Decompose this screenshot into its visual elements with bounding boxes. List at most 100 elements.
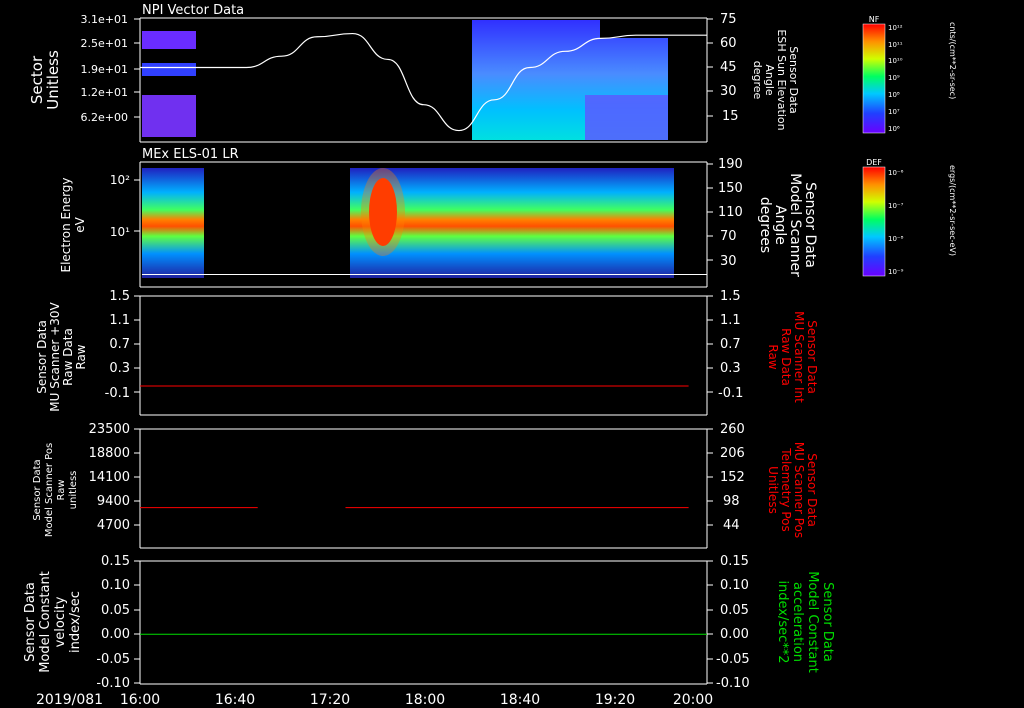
els-right-ticks: 190 150 110 70 30 bbox=[718, 157, 743, 269]
velocity-ytick: -0.10 bbox=[96, 676, 130, 691]
scanner-pos-ytick: 18800 bbox=[89, 446, 130, 461]
time-axis: 2019/081 16:00 16:40 17:20 18:00 18:40 1… bbox=[36, 692, 713, 708]
velocity-right-tick: 0.10 bbox=[720, 578, 749, 593]
voltage-right-ylabel: Sensor Data MU Scanner Int Raw Data Raw bbox=[766, 311, 819, 403]
svg-text:Sensor Data: Sensor Data bbox=[820, 582, 835, 662]
npi-ytick: 6.2e+00 bbox=[81, 111, 128, 124]
npi-right-tick: 75 bbox=[720, 12, 737, 27]
velocity-right-tick: 0.00 bbox=[720, 627, 749, 642]
svg-text:Model Scanner: Model Scanner bbox=[787, 173, 803, 277]
npi-colorbar-tick: 10⁷ bbox=[888, 108, 900, 116]
npi-right-ylabel: Sensor Data ESH Sun Elevation Angle degr… bbox=[751, 29, 800, 130]
velocity-right-ylabel: Sensor Data Model Constant acceleration … bbox=[775, 571, 835, 673]
svg-text:Angle: Angle bbox=[772, 205, 788, 245]
velocity-right-tick: 0.05 bbox=[720, 603, 749, 618]
els-colorbar-tick: 10⁻⁶ bbox=[888, 169, 904, 177]
svg-text:MU Scanner +30V: MU Scanner +30V bbox=[48, 302, 62, 412]
els-lower-cut bbox=[142, 274, 707, 275]
svg-text:Unitless: Unitless bbox=[766, 466, 780, 514]
els-ylabel: Electron Energy eV bbox=[59, 177, 87, 272]
els-colorbar-tick: 10⁻⁷ bbox=[888, 202, 904, 210]
velocity-ytick: 0.05 bbox=[101, 603, 130, 618]
npi-colorbar-tick: 10⁶ bbox=[888, 125, 900, 133]
time-tick: 16:00 bbox=[120, 692, 160, 708]
scanner-pos-right-tick: 98 bbox=[723, 494, 740, 509]
svg-text:Model Constant: Model Constant bbox=[38, 571, 53, 673]
els-block-early bbox=[142, 168, 204, 278]
npi-colorbar-units: cnts/(cm**2-sr-sec) bbox=[948, 22, 957, 99]
svg-text:degrees: degrees bbox=[757, 197, 773, 253]
velocity-right-tick: -0.05 bbox=[716, 652, 750, 667]
els-right-tick: 150 bbox=[718, 181, 743, 196]
svg-text:Unitless: Unitless bbox=[44, 50, 62, 110]
svg-text:degree: degree bbox=[751, 61, 764, 100]
els-right-ylabel: Sensor Data Model Scanner Angle degrees bbox=[757, 173, 818, 277]
els-colorbar-label: DEF bbox=[866, 158, 882, 167]
scanner-pos-ytick: 14100 bbox=[89, 470, 130, 485]
npi-block-early-low bbox=[142, 95, 196, 137]
velocity-ytick: 0.15 bbox=[101, 554, 130, 569]
scanner-pos-right-tick: 206 bbox=[720, 446, 745, 461]
npi-colorbar-label: NF bbox=[869, 15, 880, 24]
velocity-right-ticks: 0.15 0.10 0.05 0.00 -0.05 -0.10 bbox=[716, 554, 750, 691]
time-tick: 18:40 bbox=[500, 692, 540, 708]
svg-text:MU Scanner Int: MU Scanner Int bbox=[792, 311, 806, 403]
voltage-ytick: 1.1 bbox=[109, 313, 130, 328]
voltage-ytick: 1.5 bbox=[109, 289, 130, 304]
npi-block-early-mid bbox=[142, 63, 196, 76]
els-spectrogram bbox=[142, 168, 707, 278]
els-colorbar-tick: 10⁻⁹ bbox=[888, 268, 904, 276]
els-colorbar-units: ergs/(cm**2-sr-sec-eV) bbox=[948, 165, 957, 256]
svg-text:index/sec**2: index/sec**2 bbox=[775, 580, 790, 663]
npi-ytick: 2.5e+01 bbox=[81, 37, 128, 50]
velocity-right-tick: 0.15 bbox=[720, 554, 749, 569]
velocity-right-tick: -0.10 bbox=[716, 676, 750, 691]
svg-text:Sensor Data: Sensor Data bbox=[805, 320, 819, 394]
els-right-tick: 190 bbox=[718, 157, 743, 172]
scanner-pos-right-tick: 152 bbox=[720, 470, 745, 485]
svg-text:Sensor Data: Sensor Data bbox=[805, 453, 819, 527]
npi-right-tick: 60 bbox=[720, 36, 737, 51]
voltage-right-tick: -0.1 bbox=[718, 386, 743, 401]
svg-text:index/sec: index/sec bbox=[68, 591, 83, 653]
velocity-ytick: 0.00 bbox=[101, 627, 130, 642]
els-right-tick: 70 bbox=[720, 229, 737, 244]
voltage-right-tick: 1.1 bbox=[720, 313, 741, 328]
voltage-right-tick: 0.7 bbox=[720, 337, 741, 352]
npi-ytick: 1.2e+01 bbox=[81, 86, 128, 99]
svg-text:Raw Data: Raw Data bbox=[61, 328, 75, 386]
els-ytick: 10¹ bbox=[110, 225, 130, 239]
velocity-ytick: -0.05 bbox=[96, 652, 130, 667]
npi-right-tick: 45 bbox=[720, 60, 737, 75]
velocity-ylabel: Sensor Data Model Constant velocity inde… bbox=[23, 571, 83, 673]
npi-right-tick: 15 bbox=[722, 109, 739, 124]
svg-text:Electron Energy: Electron Energy bbox=[59, 177, 73, 272]
scanner-pos-ylabel: Sensor Data Model Scanner Pos Raw unitle… bbox=[32, 443, 79, 537]
npi-block-early-top bbox=[142, 31, 196, 49]
npi-ytick: 1.9e+01 bbox=[81, 63, 128, 76]
multi-panel-time-series-plot: NPI Vector Data 3.1e+01 2.5e+01 1.9e+01 … bbox=[23, 3, 957, 708]
voltage-ytick: 0.3 bbox=[109, 361, 130, 376]
svg-text:Sensor Data: Sensor Data bbox=[23, 582, 38, 662]
time-tick: 20:00 bbox=[673, 692, 713, 708]
time-tick: 16:40 bbox=[215, 692, 255, 708]
svg-text:Model Constant: Model Constant bbox=[805, 571, 820, 673]
voltage-ylabel: Sensor Data MU Scanner +30V Raw Data Raw bbox=[35, 302, 88, 412]
npi-ytick: 3.1e+01 bbox=[81, 13, 128, 26]
els-ytick: 10² bbox=[110, 173, 130, 187]
npi-colorbar-tick: 10¹¹ bbox=[888, 41, 903, 49]
svg-text:Sensor Data: Sensor Data bbox=[32, 459, 43, 520]
els-right-tick: 110 bbox=[718, 205, 743, 220]
voltage-left-ticks: 1.5 1.1 0.7 0.3 -0.1 bbox=[105, 289, 130, 401]
scanner-pos-right-tick: 260 bbox=[720, 422, 745, 437]
scanner-pos-ytick: 23500 bbox=[89, 422, 130, 437]
voltage-right-ticks: 1.5 1.1 0.7 0.3 -0.1 bbox=[718, 289, 743, 401]
time-tick: 19:20 bbox=[595, 692, 635, 708]
npi-ylabel: Sector Unitless bbox=[28, 50, 62, 110]
voltage-panel: 1.5 1.1 0.7 0.3 -0.1 1.5 1.1 0.7 0.3 -0.… bbox=[35, 289, 819, 416]
els-colorbar-tick: 10⁻⁸ bbox=[888, 235, 904, 243]
npi-block-late-lowband bbox=[585, 95, 668, 140]
svg-text:acceleration: acceleration bbox=[790, 582, 805, 662]
npi-colorbar-tick: 10¹² bbox=[888, 24, 903, 32]
npi-title: NPI Vector Data bbox=[142, 3, 244, 18]
